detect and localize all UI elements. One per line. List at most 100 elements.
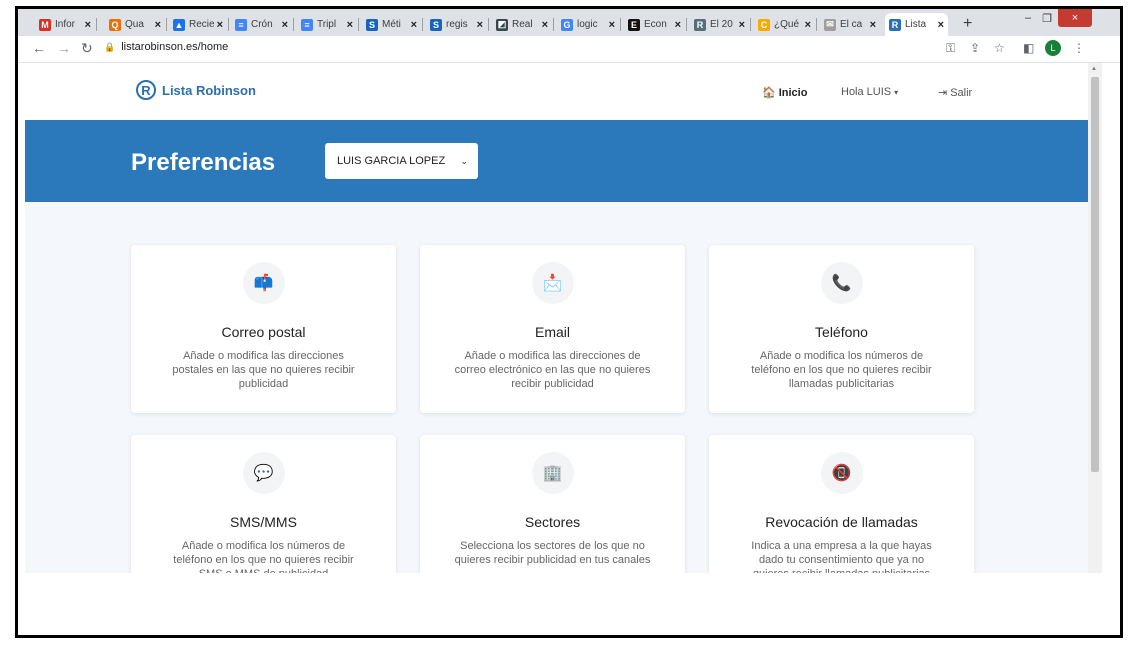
person-select[interactable]: LUIS GARCIA LOPEZ ⌄ [325, 143, 478, 179]
tab-title: Tripl [317, 19, 337, 30]
tab-close-icon[interactable]: × [739, 19, 745, 31]
tab-close-icon[interactable]: × [347, 19, 353, 31]
mailbox-icon: 📫 [242, 262, 285, 304]
star-icon[interactable]: ☆ [994, 41, 1005, 55]
nav-logout-label: Salir [950, 86, 973, 99]
tab-title: logic [577, 19, 598, 30]
web-page: R Lista Robinson 🏠 Inicio Hola LUIS ▾ ⇥ … [25, 63, 1088, 573]
mail-icon: ✉ [824, 18, 836, 31]
card-title: Sectores [524, 514, 581, 530]
tab-close-icon[interactable]: × [282, 19, 288, 31]
building-icon: 🏢 [531, 452, 574, 494]
browser-tab[interactable]: E Econ × [624, 13, 685, 36]
gmail-icon: M [39, 18, 51, 31]
tab-close-icon[interactable]: × [477, 19, 483, 31]
browser-tab[interactable]: ≡ Crón × [231, 13, 292, 36]
minimize-button[interactable]: – [1018, 9, 1038, 27]
scroll-thumb[interactable] [1091, 77, 1099, 472]
scroll-up-icon[interactable]: ▲ [1091, 66, 1097, 72]
nav-logout-link[interactable]: ⇥ Salir [938, 86, 973, 100]
r-icon: R [694, 18, 706, 31]
nav-user-label: Hola LUIS [841, 86, 892, 98]
tab-title: El 20 [710, 19, 733, 30]
robinson-icon: R [889, 18, 901, 31]
s-icon: S [430, 18, 442, 31]
phone-icon: 📞 [820, 262, 863, 304]
tab-close-icon[interactable]: × [805, 19, 811, 31]
nav-user-menu[interactable]: Hola LUIS ▾ [841, 86, 898, 98]
screenshot-frame: + – ❐ × M Infor × Q Qua × ▲ Recie × ≡ Crón × ≡ Tripl ×… [15, 6, 1123, 638]
back-arrow-icon[interactable]: ← [32, 40, 46, 56]
tab-close-icon[interactable]: × [411, 19, 417, 31]
logo-text: Lista Robinson [162, 82, 256, 98]
tab-title: Crón [251, 19, 273, 30]
tab-title: Lista [905, 19, 927, 30]
browser-tab[interactable]: C ¿Qué × [754, 13, 815, 36]
preference-card[interactable]: 📩 Email Añade o modifica las direcciones d… [420, 245, 685, 413]
logout-icon: ⇥ [938, 87, 948, 99]
preference-card[interactable]: 📵 Revocación de llamadas Indica a una empr… [709, 435, 974, 573]
page-title: Preferencias [131, 149, 276, 176]
browser-tab[interactable]: R El 20 × [690, 13, 749, 36]
browser-tab[interactable]: ✉ El ca × [820, 13, 880, 36]
image-icon: ◩ [496, 18, 508, 31]
browser-tab[interactable]: Glogic × [557, 13, 619, 36]
tab-separator [358, 18, 359, 31]
docs-icon: ≡ [301, 18, 313, 31]
chat-bubble-icon: 💬 [242, 452, 285, 494]
tab-close-icon[interactable]: × [938, 19, 944, 31]
google-icon: G [561, 18, 573, 31]
browser-tab[interactable]: ▲ Recie × [169, 13, 227, 36]
card-description: Añade o modifica las direcciones de corr… [454, 350, 651, 390]
tab-close-icon[interactable]: × [609, 19, 615, 31]
tab-close-icon[interactable]: × [542, 19, 548, 31]
menu-dots-icon[interactable]: ⋮ [1073, 41, 1085, 55]
card-title: Teléfono [815, 324, 868, 340]
tab-close-icon[interactable]: × [85, 19, 91, 31]
preference-card[interactable]: 💬 SMS/MMS Añade o modifica los números de … [131, 435, 396, 573]
site-header: R Lista Robinson 🏠 Inicio Hola LUIS ▾ ⇥ … [25, 63, 1088, 120]
preference-card[interactable]: 📞 Teléfono Añade o modifica los números de… [709, 245, 974, 413]
tab-separator [553, 18, 554, 31]
browser-tab[interactable]: M Infor × [35, 13, 95, 36]
card-title: Correo postal [221, 324, 306, 340]
page-scrollbar[interactable]: ▲ [1088, 63, 1102, 573]
card-title: Revocación de llamadas [765, 514, 918, 530]
tab-title: Qua [125, 19, 144, 30]
tab-close-icon[interactable]: × [870, 19, 876, 31]
tab-separator [228, 18, 229, 31]
forward-arrow-icon[interactable]: → [57, 40, 71, 56]
nav-home-link[interactable]: 🏠 Inicio [762, 86, 808, 100]
restore-button[interactable]: ❐ [1038, 9, 1056, 27]
tab-close-icon[interactable]: × [675, 19, 681, 31]
preferences-banner: Preferencias LUIS GARCIA LOPEZ ⌄ [25, 120, 1088, 202]
profile-avatar[interactable]: L [1045, 40, 1061, 56]
reload-icon[interactable]: ↻ [81, 40, 93, 57]
c-icon: C [758, 18, 770, 31]
browser-tab[interactable]: ≡ Tripl × [297, 13, 357, 36]
preference-card[interactable]: 🏢 Sectores Selecciona los sectores de los … [420, 435, 685, 573]
side-panel-icon[interactable]: ◧ [1023, 41, 1034, 55]
card-description: Selecciona los sectores de los que no qu… [454, 540, 651, 566]
nav-home-label: Inicio [778, 86, 808, 99]
site-logo[interactable]: R Lista Robinson [136, 80, 256, 100]
browser-tab[interactable]: Sregis × [426, 13, 487, 36]
browser-tab[interactable]: ◩ Real × [492, 13, 552, 36]
browser-tab[interactable]: R Lista × [885, 13, 948, 36]
close-window-button[interactable]: × [1058, 9, 1092, 27]
share-icon[interactable]: ⇪ [970, 41, 980, 55]
browser-tab[interactable]: S Méti × [362, 13, 421, 36]
tab-separator [96, 18, 97, 31]
card-description: Añade o modifica los números de teléfono… [751, 350, 932, 390]
browser-tab[interactable]: Q Qua × [105, 13, 165, 36]
tab-title: Real [512, 19, 533, 30]
tab-close-icon[interactable]: × [155, 19, 161, 31]
preference-card[interactable]: 📫 Correo postal Añade o modifica las direc… [131, 245, 396, 413]
address-bar[interactable]: 🔒 listarobinson.es/home [104, 41, 228, 53]
card-title: Email [534, 324, 570, 340]
key-icon[interactable]: ⚿ [946, 41, 955, 56]
tab-title: El ca [840, 19, 863, 30]
tab-close-icon[interactable]: × [217, 19, 223, 31]
new-tab-button[interactable]: + [963, 15, 972, 33]
card-description: Añade o modifica los números de teléfono… [173, 540, 354, 573]
